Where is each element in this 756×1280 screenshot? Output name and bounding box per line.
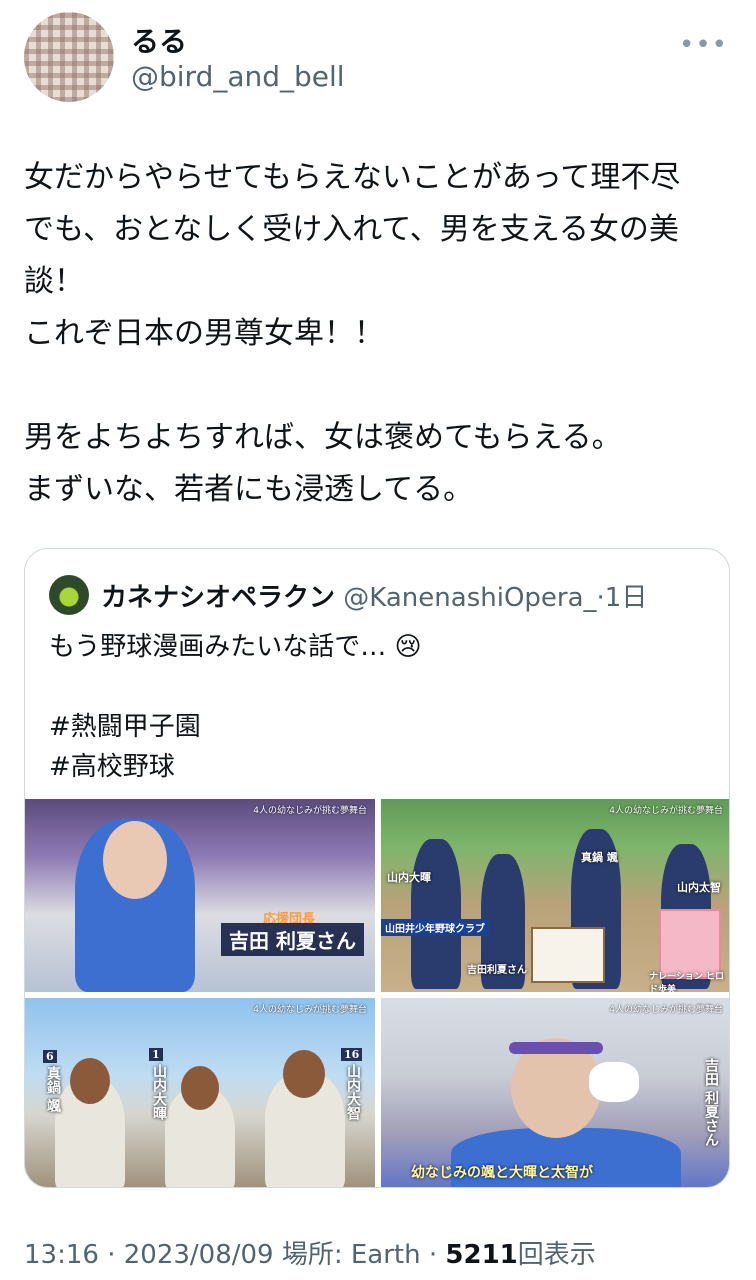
media-image-4[interactable]: 4人の幼なじみが挑む夢舞台 吉田 利夏さん 幼なじみの颯と大暉と太智が [381,998,729,1187]
player-face [283,1050,325,1098]
player-number-1: 6 [43,1050,57,1063]
tweet-header: るる @bird_and_bell ••• [24,12,732,104]
glove [589,1062,639,1102]
quote-separator: · [596,583,605,613]
view-count-label: 回表示 [517,1240,596,1270]
headband [509,1042,603,1054]
media-top-caption: 4人の幼なじみが挑む夢舞台 [609,806,723,816]
player-name-2: 山内大暉 [151,1064,167,1120]
quoted-tweet[interactable]: カネナシオペラクン @KanenashiOpera_·1日 もう野球漫画みたいな… [24,548,730,1188]
quote-header: カネナシオペラクン @KanenashiOpera_·1日 [101,577,647,614]
media-image-3[interactable]: 4人の幼なじみが挑む夢舞台 6 真鍋 颯 1 山内大暉 16 山内大智 [25,998,375,1187]
label-yoshida: 吉田利夏さん [467,965,527,976]
author-handle[interactable]: @bird_and_bell [131,60,345,93]
player-face [70,1058,110,1104]
player-face [181,1066,219,1110]
certificate [531,927,605,983]
tweet-footer: 13:16 · 2023/08/09 場所: Earth · 5211回表示 [24,1234,596,1271]
media-top-caption: 4人の幼なじみが挑む夢舞台 [253,806,367,816]
tweet-date[interactable]: 2023/08/09 [124,1240,274,1270]
avatar[interactable] [24,12,114,102]
player-number-3: 16 [341,1048,363,1061]
girl-face [103,821,167,899]
side-name: 吉田 利夏さん [703,1058,719,1147]
player-name-3: 山内大智 [345,1064,361,1120]
label-manabe: 真鍋 颯 [581,851,618,864]
quote-avatar[interactable] [49,575,89,615]
more-horizontal-icon[interactable]: ••• [679,30,728,60]
author-display-name[interactable]: るる [131,20,187,60]
quote-media-grid: 4人の幼なじみが挑む夢舞台 応援団長 吉田 利夏さん 4人の幼なじみが挑む夢舞台… [25,799,729,1187]
footer-dot: · [428,1240,438,1270]
label-yamauchi-daiki: 山内大暉 [387,871,431,884]
quote-text: もう野球漫画みたいな話で… 😢 #熱闘甲子園 #高校野球 [49,632,422,782]
player-figure [411,839,461,989]
tweet-location: 場所: Earth [281,1240,421,1270]
media-image-1[interactable]: 4人の幼なじみが挑む夢舞台 応援団長 吉田 利夏さん [25,799,375,992]
player-name-1: 真鍋 颯 [45,1066,61,1113]
footer-dot: · [107,1240,116,1270]
quote-handle: @KanenashiOpera_ [343,583,597,613]
cheer-leader-name: 吉田 利夏さん [221,923,364,956]
media-top-caption: 4人の幼なじみが挑む夢舞台 [253,1005,367,1015]
media-top-caption: 4人の幼なじみが挑む夢舞台 [609,1005,723,1015]
tweet-time[interactable]: 13:16 [24,1240,99,1270]
subtitle: 幼なじみの颯と大暉と太智が [411,1165,593,1181]
player-number-2: 1 [149,1048,163,1061]
tweet-text: 女だからやらせてもらえないことがあって理不尽 でも、おとなしく受け入れて、男を支… [24,160,681,507]
narration-label: ナレーション ヒロド歩美 [649,972,724,992]
team-banner: 山田井少年野球クラブ [381,919,489,936]
view-count: 5211 [445,1240,518,1270]
quote-display-name: カネナシオペラクン [101,583,336,613]
label-yamauchi-taichi: 山内太智 [677,881,721,894]
media-image-2[interactable]: 4人の幼なじみが挑む夢舞台 山内大暉 真鍋 颯 山内太智 山田井少年野球クラブ … [381,799,729,992]
quote-age: 1日 [604,583,648,613]
